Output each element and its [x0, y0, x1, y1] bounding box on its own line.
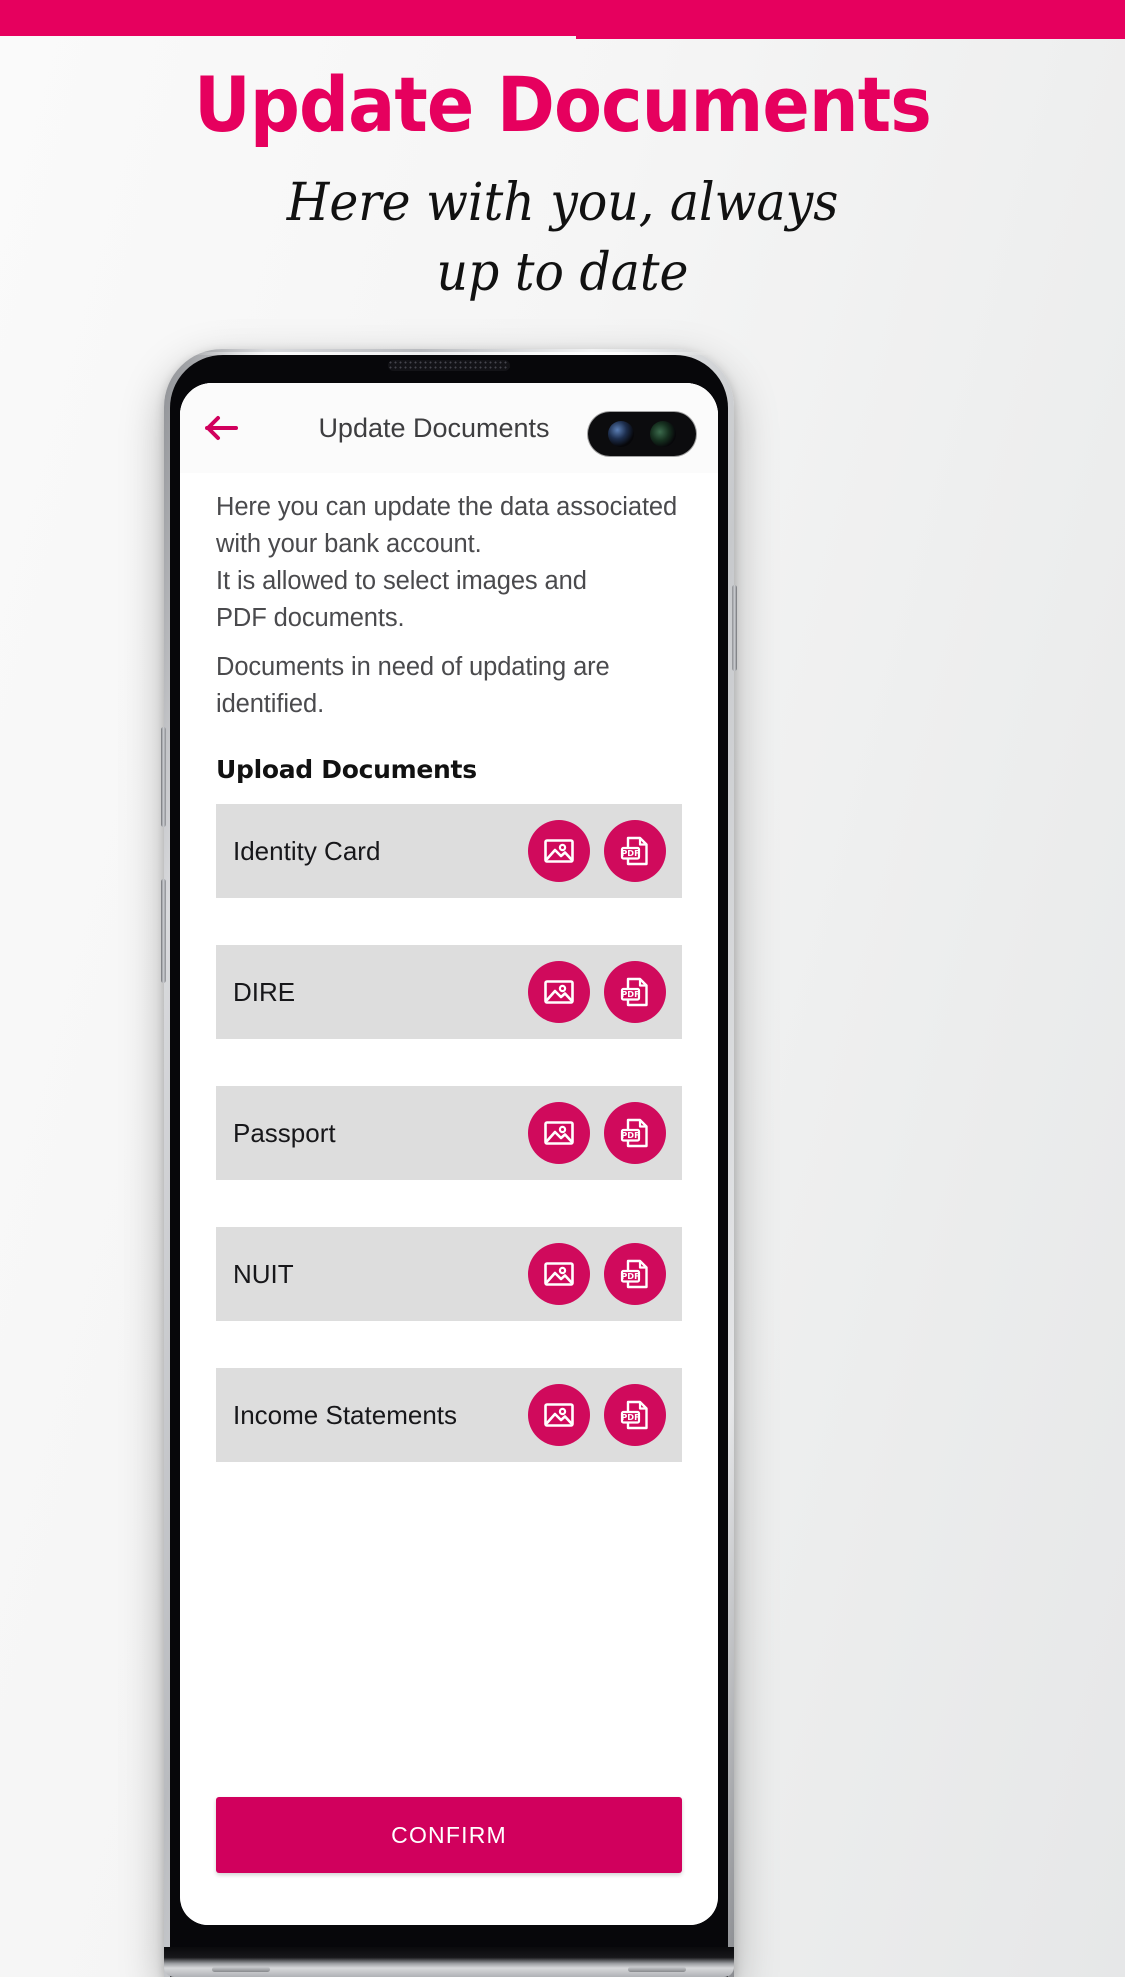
document-actions: PDF — [528, 1243, 666, 1305]
intro-line-5: Documents in need of updating are identi… — [216, 653, 610, 718]
document-actions: PDF — [528, 961, 666, 1023]
image-upload-icon[interactable] — [528, 1243, 590, 1305]
pdf-upload-icon[interactable]: PDF — [604, 1102, 666, 1164]
image-upload-icon[interactable] — [528, 820, 590, 882]
back-arrow-icon[interactable] — [202, 408, 242, 448]
top-banner-right — [576, 0, 1125, 39]
document-actions: PDF — [528, 820, 666, 882]
pdf-upload-icon[interactable]: PDF — [604, 961, 666, 1023]
power-button[interactable] — [732, 585, 737, 671]
svg-text:PDF: PDF — [621, 1412, 639, 1422]
promo-subtitle: Here with you, always up to date — [34, 168, 1092, 308]
phone-antenna-band-right — [628, 1967, 686, 1972]
svg-text:PDF: PDF — [621, 1130, 639, 1140]
top-banner — [0, 0, 1125, 39]
svg-text:PDF: PDF — [621, 848, 639, 858]
intro-line-4: PDF documents. — [216, 604, 405, 632]
promo-subtitle-line-2: up to date — [436, 243, 689, 303]
promo-subtitle-line-1: Here with you, always — [286, 173, 839, 233]
intro-line-1: Here you can update the data associated — [216, 493, 678, 521]
pdf-upload-icon[interactable]: PDF — [604, 1384, 666, 1446]
intro-line-3: It is allowed to select images and — [216, 567, 587, 595]
image-upload-icon[interactable] — [528, 1102, 590, 1164]
document-row-income-statements[interactable]: Income Statements PDF — [216, 1368, 682, 1462]
phone-mockup: Update Documents Here you can update the… — [161, 349, 737, 1977]
camera-lens-primary — [608, 421, 634, 447]
document-list: Identity Card PDF DIRE PDF Passport PDF … — [216, 804, 682, 1509]
earpiece-speaker-icon — [388, 360, 510, 371]
document-row-dire[interactable]: DIRE PDF — [216, 945, 682, 1039]
intro-spacer — [216, 637, 682, 649]
image-upload-icon[interactable] — [528, 961, 590, 1023]
document-row-identity-card[interactable]: Identity Card PDF — [216, 804, 682, 898]
phone-bottom-edge — [164, 1947, 734, 1977]
image-upload-icon[interactable] — [528, 1384, 590, 1446]
promo-title: Update Documents — [194, 60, 932, 149]
bixby-button[interactable] — [161, 727, 166, 827]
section-title-upload-documents: Upload Documents — [216, 755, 477, 784]
app-screen: Update Documents Here you can update the… — [180, 383, 718, 1925]
svg-text:PDF: PDF — [621, 989, 639, 999]
pdf-upload-icon[interactable]: PDF — [604, 1243, 666, 1305]
document-actions: PDF — [528, 1102, 666, 1164]
confirm-button[interactable]: CONFIRM — [216, 1797, 682, 1873]
document-label: Identity Card — [233, 835, 381, 866]
app-body: Here you can update the data associated … — [180, 473, 718, 1925]
document-label: DIRE — [233, 976, 296, 1007]
intro-line-2: with your bank account. — [216, 530, 482, 558]
phone-screen: Update Documents Here you can update the… — [180, 383, 718, 1925]
confirm-button-container: CONFIRM — [216, 1797, 682, 1873]
document-label: Passport — [233, 1117, 336, 1148]
document-row-passport[interactable]: Passport PDF — [216, 1086, 682, 1180]
phone-antenna-band-left — [212, 1967, 270, 1972]
top-banner-left — [0, 0, 576, 36]
document-label: NUIT — [233, 1258, 294, 1289]
svg-text:PDF: PDF — [621, 1271, 639, 1281]
front-camera-icon — [588, 412, 696, 456]
camera-lens-secondary — [650, 421, 676, 447]
intro-text: Here you can update the data associated … — [216, 473, 682, 723]
document-row-nuit[interactable]: NUIT PDF — [216, 1227, 682, 1321]
pdf-upload-icon[interactable]: PDF — [604, 820, 666, 882]
document-actions: PDF — [528, 1384, 666, 1446]
document-label: Income Statements — [233, 1399, 457, 1430]
volume-button[interactable] — [161, 879, 166, 983]
